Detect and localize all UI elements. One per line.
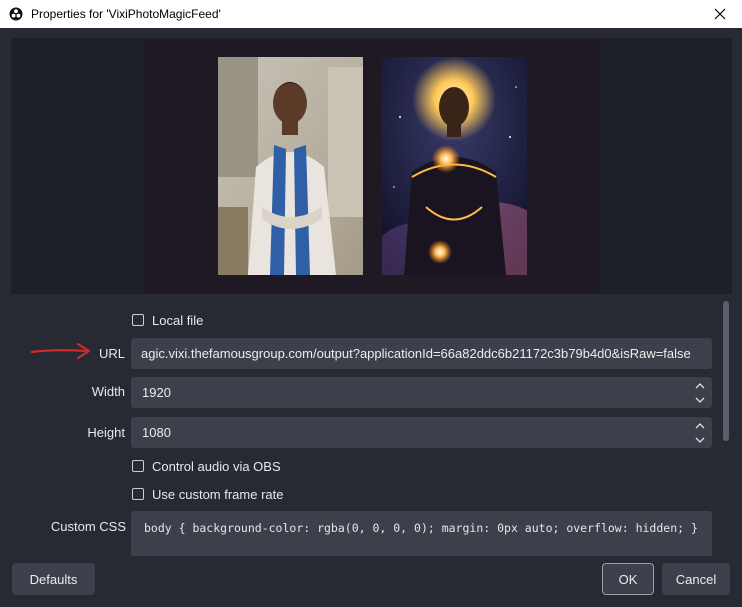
- preview-canvas: [145, 40, 600, 294]
- height-value: 1080: [142, 425, 171, 440]
- width-spinbox[interactable]: 1920: [131, 377, 712, 408]
- width-value: 1920: [142, 385, 171, 400]
- window-title: Properties for 'VixiPhotoMagicFeed': [31, 7, 221, 21]
- control-audio-row[interactable]: Control audio via OBS: [132, 457, 281, 475]
- custom-frame-rate-row[interactable]: Use custom frame rate: [132, 485, 284, 503]
- custom-css-value: body { background-color: rgba(0, 0, 0, 0…: [144, 521, 698, 535]
- close-button[interactable]: [698, 0, 742, 28]
- original-photo: [218, 57, 363, 275]
- control-audio-checkbox[interactable]: [132, 460, 144, 472]
- ai-generated-photo: [382, 57, 527, 275]
- title-bar: Properties for 'VixiPhotoMagicFeed': [0, 0, 742, 28]
- width-label: Width: [91, 384, 125, 399]
- height-stepper[interactable]: [692, 419, 708, 446]
- defaults-button[interactable]: Defaults: [12, 563, 95, 595]
- custom-css-label: Custom CSS: [50, 519, 126, 534]
- obs-logo-icon: [9, 7, 23, 21]
- local-file-label: Local file: [152, 312, 204, 328]
- cancel-button[interactable]: Cancel: [662, 563, 730, 595]
- local-file-row[interactable]: Local file: [132, 311, 203, 329]
- width-increment-button[interactable]: [692, 379, 708, 392]
- url-label: URL: [98, 346, 125, 361]
- chevron-down-icon: [695, 437, 705, 443]
- width-decrement-button[interactable]: [692, 393, 708, 406]
- ok-button[interactable]: OK: [602, 563, 654, 595]
- local-file-checkbox[interactable]: [132, 314, 144, 326]
- height-decrement-button[interactable]: [692, 433, 708, 446]
- chevron-up-icon: [695, 422, 705, 428]
- control-audio-label: Control audio via OBS: [152, 458, 281, 474]
- custom-frame-rate-checkbox[interactable]: [132, 488, 144, 500]
- url-input[interactable]: agic.vixi.thefamousgroup.com/output?appl…: [131, 338, 712, 369]
- close-icon: [714, 8, 726, 20]
- custom-css-textarea[interactable]: body { background-color: rgba(0, 0, 0, 0…: [131, 511, 712, 556]
- chevron-up-icon: [695, 382, 705, 388]
- annotation-arrow-icon: [30, 342, 91, 360]
- height-label: Height: [87, 425, 125, 440]
- height-spinbox[interactable]: 1080: [131, 417, 712, 448]
- properties-scrollbar[interactable]: [720, 298, 732, 556]
- chevron-down-icon: [695, 397, 705, 403]
- scrollbar-thumb[interactable]: [723, 301, 729, 441]
- width-stepper[interactable]: [692, 379, 708, 406]
- url-value: agic.vixi.thefamousgroup.com/output?appl…: [141, 346, 691, 361]
- custom-frame-rate-label: Use custom frame rate: [152, 486, 284, 502]
- height-increment-button[interactable]: [692, 419, 708, 432]
- source-preview: [11, 38, 732, 294]
